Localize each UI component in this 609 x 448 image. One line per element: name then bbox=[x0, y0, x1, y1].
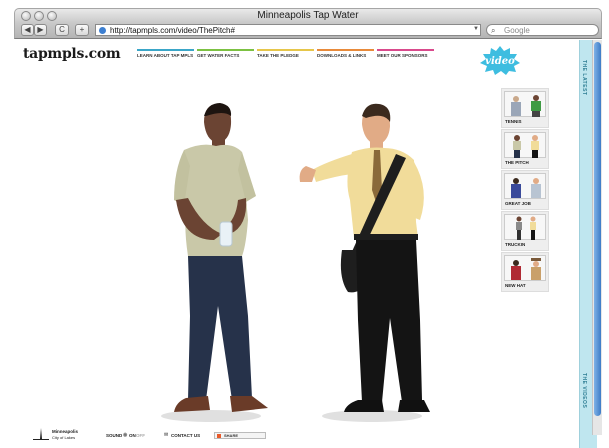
thumbnail-label: TENNIS bbox=[505, 119, 522, 124]
minneapolis-logo-icon bbox=[33, 428, 49, 440]
video-thumbnail-great-job[interactable]: GREAT JOB bbox=[501, 170, 549, 210]
nav-bar bbox=[377, 49, 434, 51]
mail-icon: ✉ bbox=[164, 432, 169, 438]
thumbnail-label: THE PITCH bbox=[505, 160, 529, 165]
speaker-icon[interactable]: ◉ bbox=[123, 432, 127, 438]
rail-videos-label[interactable]: THE VIDEOS bbox=[581, 373, 587, 408]
video-thumbnail-tennis[interactable]: TENNIS bbox=[501, 88, 549, 128]
thumbnail-image bbox=[504, 214, 546, 240]
actor-left bbox=[174, 103, 268, 412]
site-logo[interactable]: tapmpls.com bbox=[23, 46, 121, 62]
nav-bar bbox=[257, 49, 314, 51]
sound-off-toggle[interactable]: OFF bbox=[136, 433, 145, 438]
search-icon: ⌕ bbox=[491, 26, 496, 35]
nav-label: DOWNLOADS & LINKS bbox=[317, 53, 367, 58]
globe-icon bbox=[99, 27, 106, 34]
url-text: http://tapmpls.com/video/ThePitch# bbox=[110, 26, 235, 35]
add-bookmark-button[interactable]: + bbox=[75, 24, 89, 36]
scrollbar-thumb[interactable] bbox=[594, 42, 601, 416]
nav-item-sponsors[interactable]: MEET OUR SPONSORS bbox=[377, 49, 434, 58]
page-scrollbar[interactable] bbox=[592, 40, 602, 435]
forward-button[interactable]: ▶ bbox=[34, 24, 47, 36]
thumbnail-image bbox=[504, 173, 546, 199]
nav-item-learn[interactable]: LEARN ABOUT TAP MPLS bbox=[137, 49, 194, 58]
window-title: Minneapolis Tap Water bbox=[257, 10, 359, 21]
nav-label: TAKE THE PLEDGE bbox=[257, 53, 299, 58]
share-icon bbox=[217, 434, 221, 438]
web-page: tapmpls.com LEARN ABOUT TAP MPLS GET WAT… bbox=[14, 40, 602, 448]
rail-latest-label[interactable]: THE LATEST bbox=[581, 60, 587, 95]
thumbnail-figures-icon bbox=[511, 178, 541, 198]
thumbnail-figures-icon bbox=[511, 258, 541, 280]
nav-bar bbox=[137, 49, 194, 51]
nav-label: LEARN ABOUT TAP MPLS bbox=[137, 53, 194, 58]
sound-on-toggle[interactable]: ON bbox=[129, 433, 136, 438]
video-thumbnail-new-hat[interactable]: NEW HAT bbox=[501, 252, 549, 292]
search-placeholder: Google bbox=[504, 26, 530, 35]
nav-label: GET WATER FACTS bbox=[197, 53, 240, 58]
nav-item-pledge[interactable]: TAKE THE PLEDGE bbox=[257, 49, 314, 58]
thumbnail-image bbox=[504, 91, 546, 117]
video-player[interactable] bbox=[144, 70, 444, 430]
nav-item-facts[interactable]: GET WATER FACTS bbox=[197, 49, 254, 58]
nav-item-downloads[interactable]: DOWNLOADS & LINKS bbox=[317, 49, 374, 58]
nav-label: MEET OUR SPONSORS bbox=[377, 53, 428, 58]
contact-us-link[interactable]: CONTACT US bbox=[171, 433, 200, 438]
thumbnail-image bbox=[504, 255, 546, 281]
city-name[interactable]: Minneapolis bbox=[52, 429, 78, 434]
back-button[interactable]: ◀ bbox=[21, 24, 34, 36]
search-field[interactable]: ⌕ Google bbox=[486, 24, 599, 36]
thumbnail-image bbox=[504, 132, 546, 158]
video-badge[interactable]: video bbox=[479, 45, 521, 75]
share-button[interactable]: SHARE bbox=[214, 432, 266, 439]
thumbnail-figures-icon bbox=[516, 216, 536, 240]
thumbnail-label: NEW HAT bbox=[505, 283, 526, 288]
browser-toolbar: ◀ ▶ C + http://tapmpls.com/video/ThePitc… bbox=[14, 23, 602, 39]
thumbnail-figures-icon bbox=[511, 95, 541, 117]
thumbnail-figures-icon bbox=[513, 135, 539, 158]
thumbnail-label: TRUCKIN bbox=[505, 242, 526, 247]
title-bar: Minneapolis Tap Water bbox=[14, 8, 602, 23]
reload-button[interactable]: C bbox=[55, 24, 69, 36]
actor-right bbox=[299, 103, 430, 412]
nav-bar bbox=[317, 49, 374, 51]
url-field[interactable]: http://tapmpls.com/video/ThePitch# bbox=[95, 24, 481, 36]
browser-window: Minneapolis Tap Water ◀ ▶ C + http://tap… bbox=[0, 0, 609, 448]
thumbnail-label: GREAT JOB bbox=[505, 201, 531, 206]
share-label: SHARE bbox=[224, 433, 239, 438]
city-subtitle: City of Lakes bbox=[52, 435, 76, 440]
video-badge-text: video bbox=[485, 56, 515, 67]
video-thumbnail-truckin[interactable]: TRUCKIN bbox=[501, 211, 549, 251]
url-dropdown-icon[interactable]: ▼ bbox=[473, 26, 479, 32]
video-thumbnail-the-pitch[interactable]: THE PITCH bbox=[501, 129, 549, 169]
nav-bar bbox=[197, 49, 254, 51]
page-footer: Minneapolis City of Lakes SOUND ◉ ON OFF… bbox=[14, 425, 579, 448]
sound-label: SOUND bbox=[106, 433, 123, 438]
